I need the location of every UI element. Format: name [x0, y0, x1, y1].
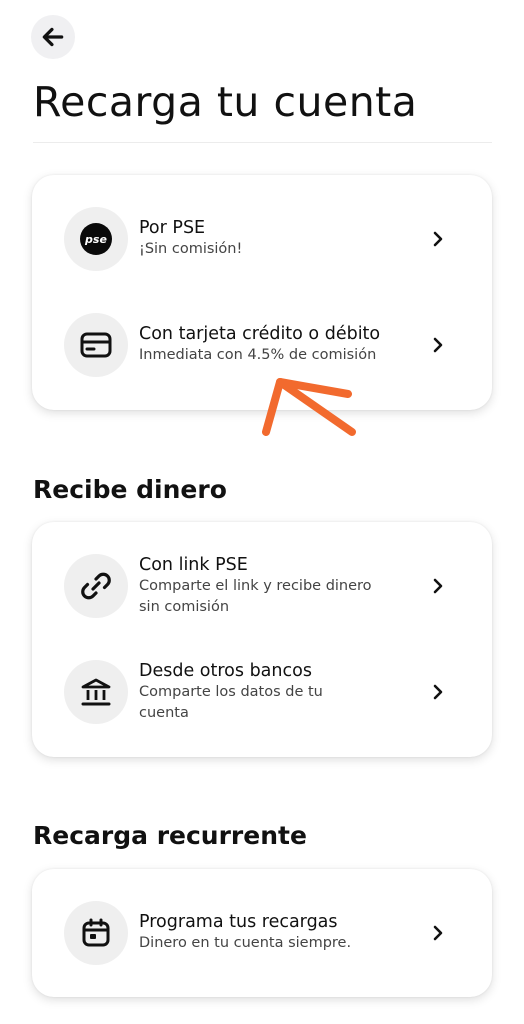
divider [33, 142, 492, 143]
chevron-right-icon [433, 231, 443, 247]
recibe-card: Con link PSE Comparte el link y recibe d… [32, 522, 492, 757]
icon-circle: pse [64, 207, 128, 271]
recurrente-card: Programa tus recargas Dinero en tu cuent… [32, 869, 492, 997]
chevron-right-icon [433, 925, 443, 941]
link-icon [81, 572, 111, 600]
option-title: Programa tus recargas [139, 912, 338, 932]
icon-circle [64, 313, 128, 377]
annotation-arrow-icon [262, 378, 356, 436]
chevron-right-icon [433, 337, 443, 353]
option-subtitle: Comparte el link y recibe dinero [139, 578, 372, 594]
pse-logo-icon: pse [80, 223, 112, 255]
chevron-right-icon [433, 684, 443, 700]
option-otros-bancos[interactable]: Desde otros bancos Comparte los datos de… [32, 642, 492, 742]
chevron-right-icon [433, 578, 443, 594]
page-title: Recarga tu cuenta [33, 78, 418, 126]
option-title: Con link PSE [139, 555, 248, 575]
icon-circle [64, 901, 128, 965]
bank-icon [81, 678, 111, 706]
option-title: Con tarjeta crédito o débito [139, 324, 381, 344]
section-title-recibe: Recibe dinero [33, 475, 227, 504]
icon-circle [64, 660, 128, 724]
calendar-icon [82, 918, 110, 947]
option-subtitle: Dinero en tu cuenta siempre. [139, 935, 352, 951]
option-subtitle-line2: cuenta [139, 705, 189, 721]
option-title: Desde otros bancos [139, 661, 312, 681]
option-subtitle-line2: sin comisión [139, 599, 230, 615]
section-title-recurrente: Recarga recurrente [33, 821, 307, 850]
option-title: Por PSE [139, 218, 206, 238]
option-subtitle: Comparte los datos de tu [139, 684, 323, 700]
option-programa-recargas[interactable]: Programa tus recargas Dinero en tu cuent… [32, 883, 492, 983]
icon-circle [64, 554, 128, 618]
credit-card-icon [80, 332, 112, 358]
arrow-left-icon [42, 27, 64, 47]
option-pse[interactable]: pse Por PSE ¡Sin comisión! [32, 189, 492, 289]
option-link-pse[interactable]: Con link PSE Comparte el link y recibe d… [32, 536, 492, 636]
option-subtitle: ¡Sin comisión! [139, 241, 243, 257]
back-button[interactable] [31, 15, 75, 59]
